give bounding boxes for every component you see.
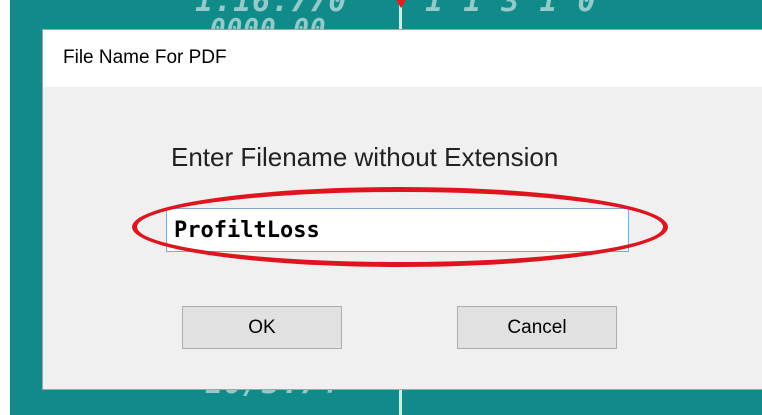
dialog-title: File Name For PDF — [63, 47, 227, 68]
filename-input[interactable] — [166, 208, 629, 252]
filename-prompt: Enter Filename without Extension — [171, 142, 559, 172]
file-name-dialog: File Name For PDF Enter Filename without… — [43, 30, 762, 389]
cancel-button[interactable]: Cancel — [457, 306, 617, 349]
background-value: 1 1 3 1 0 — [425, 0, 597, 19]
ok-button[interactable]: OK — [182, 306, 342, 349]
marker-arrow-icon — [396, 0, 406, 8]
dialog-titlebar[interactable]: File Name For PDF — [43, 30, 762, 87]
